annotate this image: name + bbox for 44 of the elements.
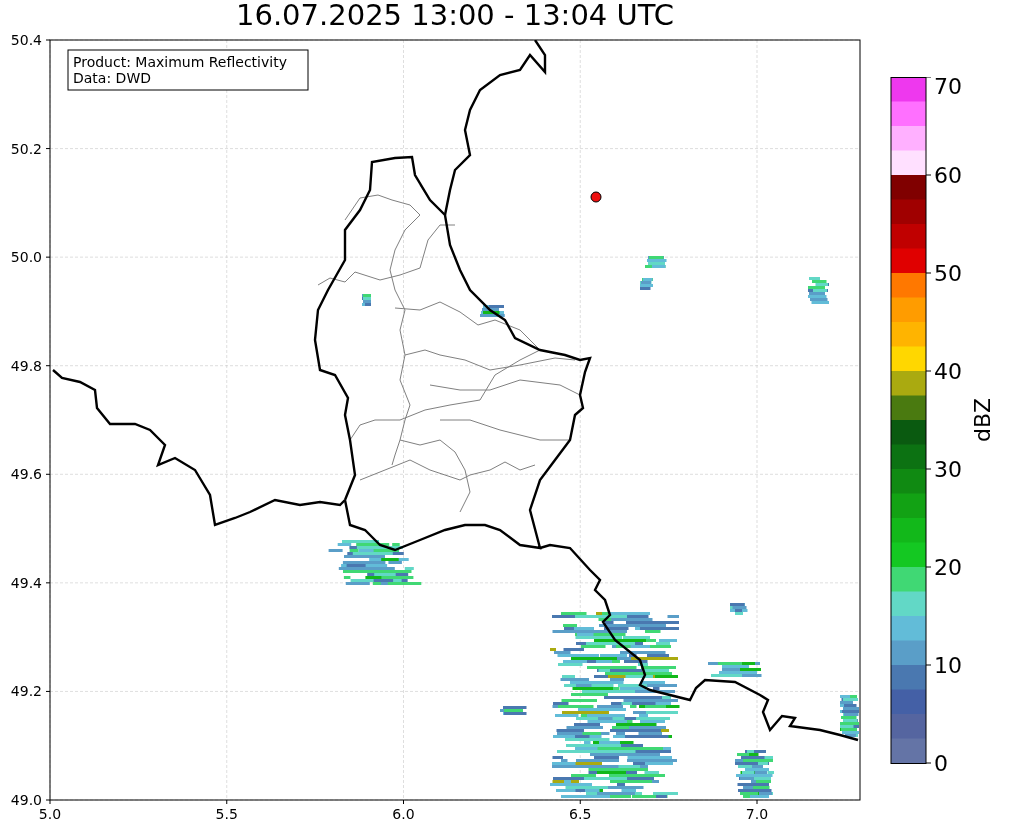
axis-tick-label: 49.6: [10, 466, 42, 483]
colorbar-tick-label: 60: [934, 163, 962, 188]
colorbar-tick-label: 50: [934, 261, 962, 286]
axis-tick-label: 50.0: [10, 249, 42, 266]
tick-mark: [925, 370, 932, 372]
info-text: Data: DWD: [73, 70, 151, 86]
axis-tick-label: 50.2: [10, 140, 42, 157]
tick-mark: [45, 256, 51, 258]
tick-mark: [925, 468, 932, 470]
tick-mark: [925, 762, 932, 764]
axis-tick-label: 6.0: [392, 806, 415, 822]
tick-mark: [925, 664, 932, 666]
tick-mark: [45, 582, 51, 584]
axis-tick-label: 7.0: [745, 806, 769, 822]
colorbar-label: dBZ: [970, 397, 995, 443]
tick-mark: [45, 690, 51, 692]
axis-tick-label: 50.4: [10, 32, 42, 48]
chart-title: 16.07.2025 13:00 - 13:04 UTC: [236, 0, 674, 32]
axis-tick-label: 49.4: [10, 574, 42, 591]
axis-tick-label: 49.8: [10, 357, 42, 374]
tick-mark: [579, 799, 581, 805]
tick-mark: [925, 174, 932, 176]
tick-mark: [45, 39, 51, 41]
tick-mark: [925, 77, 932, 78]
axis-tick-label: 49.0: [10, 792, 42, 808]
tick-mark: [756, 799, 758, 805]
colorbar-tick-label: 40: [934, 359, 962, 384]
tick-mark: [925, 566, 932, 568]
axis-tick-label: 5.5: [215, 806, 238, 822]
colorbar-tick-label: 20: [934, 555, 962, 580]
tick-mark: [925, 272, 932, 274]
colorbar-tick-label: 0: [934, 751, 948, 776]
tick-mark: [45, 148, 51, 150]
axis-tick-label: 49.2: [10, 683, 42, 700]
colorbar-tick-label: 30: [934, 457, 962, 482]
axis-tick-label: 5.0: [38, 806, 62, 822]
tick-mark: [226, 799, 228, 805]
tick-mark: [403, 799, 404, 805]
colorbar-tick-label: 10: [934, 653, 962, 678]
tick-mark: [45, 473, 51, 475]
axis-tick-label: 6.5: [569, 806, 592, 822]
colorbar-tick-label: 70: [934, 77, 962, 99]
info-text: Product: Maximum Reflectivity: [73, 54, 287, 70]
tick-mark: [45, 365, 51, 367]
